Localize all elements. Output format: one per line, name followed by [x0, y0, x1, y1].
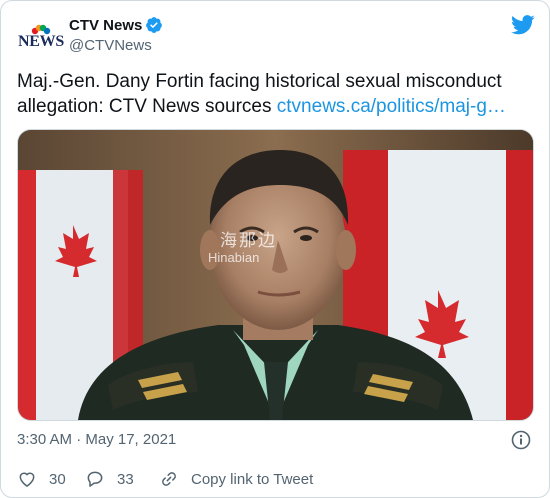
link-icon: [162, 472, 176, 486]
reply-count: 33: [117, 470, 134, 488]
tweet-timestamp[interactable]: 3:30 AM · May 17, 2021: [17, 431, 176, 448]
twitter-bird-icon[interactable]: [511, 15, 535, 35]
user-handle[interactable]: @CTVNews: [69, 37, 152, 54]
reply-button[interactable]: 33: [85, 469, 134, 489]
like-button[interactable]: 30: [17, 469, 66, 489]
tweet-header: NEWS CTV News @CTVNews: [17, 13, 535, 61]
tweet-link[interactable]: ctvnews.ca/politics/maj-g…: [277, 96, 506, 117]
watermark-chinese: 海那边: [220, 231, 277, 251]
copy-link-label: Copy link to Tweet: [191, 470, 314, 488]
tweet-actions: 30 33 Copy link to Tweet: [17, 469, 535, 493]
copy-link-button[interactable]: Copy link to Tweet: [159, 469, 313, 489]
tweet-media-photo[interactable]: 海那边 Hinabian: [17, 129, 534, 421]
info-icon[interactable]: [511, 430, 531, 450]
verified-badge-icon: [146, 17, 163, 33]
avatar-wordmark: NEWS: [18, 33, 64, 50]
avatar[interactable]: NEWS: [17, 13, 65, 61]
like-count: 30: [49, 470, 66, 488]
tweet-text: Maj.-Gen. Dany Fortin facing historical …: [17, 69, 535, 119]
photo-illustration: [18, 130, 533, 420]
heart-icon: [19, 472, 35, 487]
display-name[interactable]: CTV News: [69, 17, 142, 34]
tweet-embed-card: NEWS CTV News @CTVNews Maj.-Gen. Dany Fo…: [0, 0, 550, 498]
watermark-latin: Hinabian: [208, 250, 260, 265]
reply-bubble-icon: [87, 471, 103, 487]
